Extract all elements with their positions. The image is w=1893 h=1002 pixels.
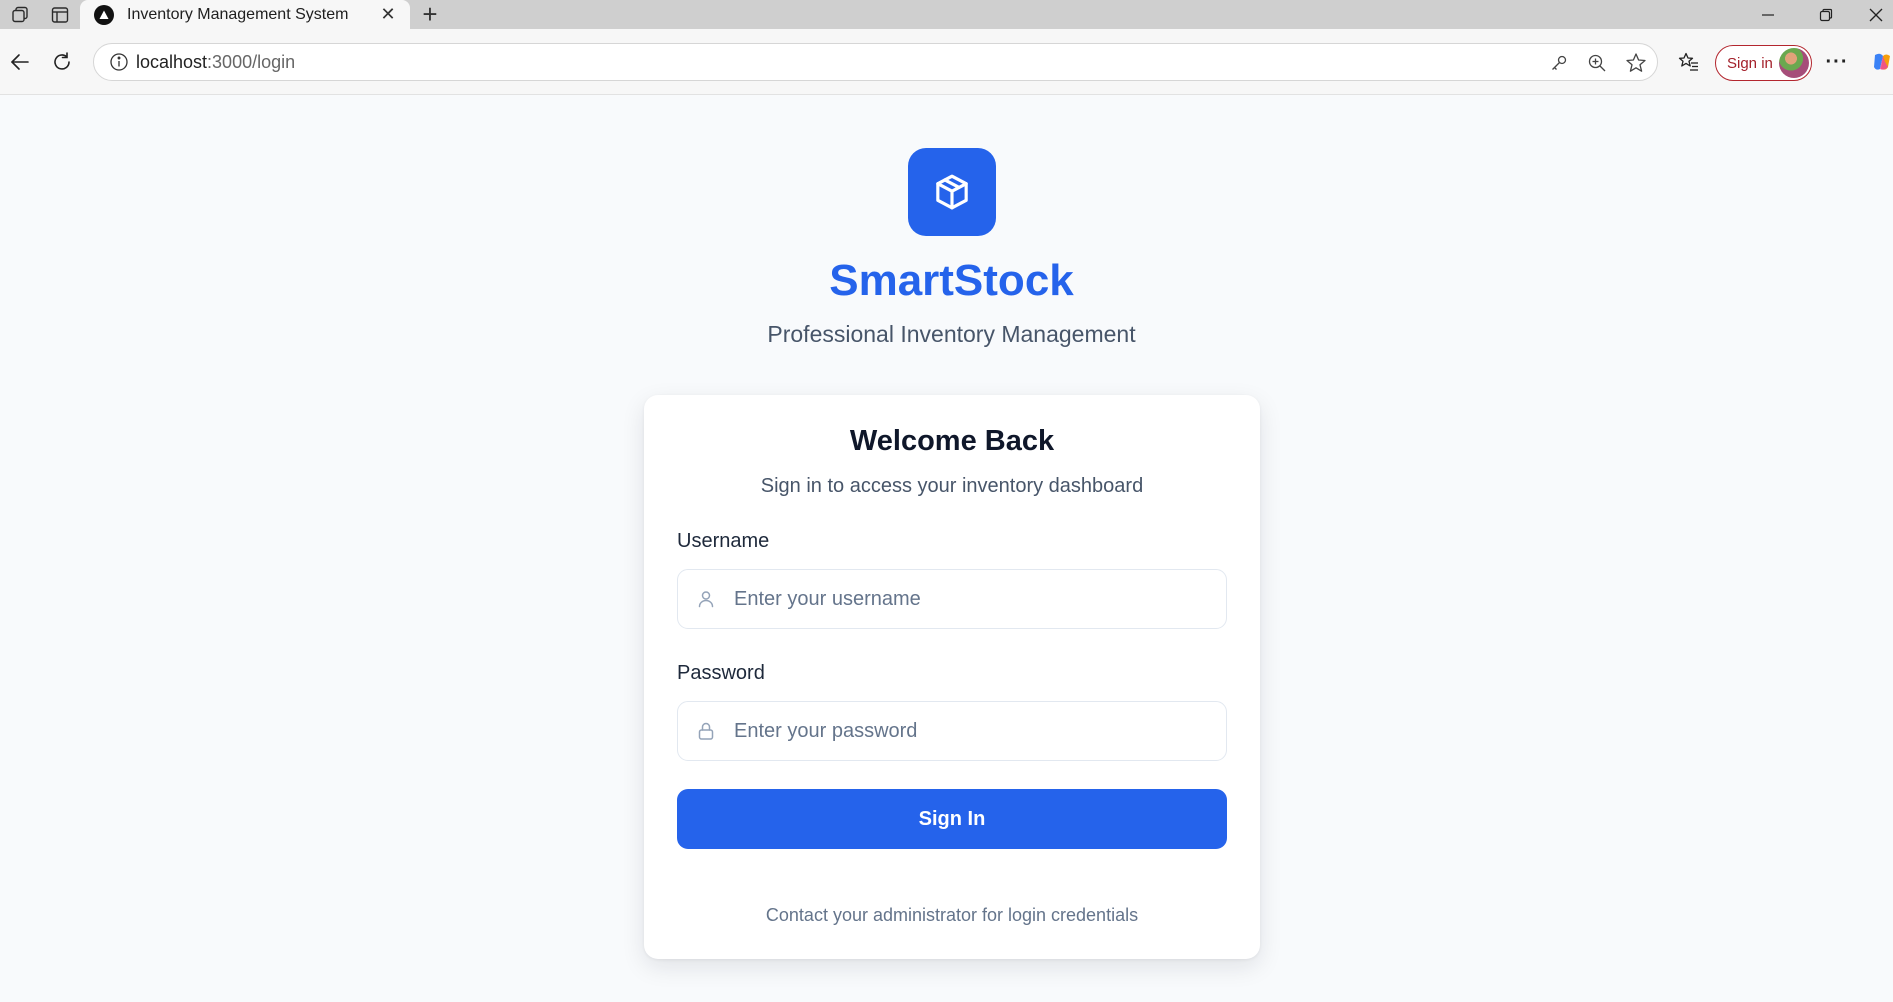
address-bar[interactable]: localhost:3000/login <box>93 43 1658 81</box>
login-title: Welcome Back <box>849 425 1055 457</box>
tab-actions-icon[interactable] <box>40 0 80 29</box>
password-field[interactable] <box>677 701 1227 761</box>
url-host: localhost <box>136 51 208 72</box>
password-label: Password <box>677 662 765 684</box>
lock-icon <box>678 721 734 741</box>
browser-tab-bar: Inventory Management System ✕ + <box>0 0 1893 29</box>
login-card: Welcome Back Sign in to access your inve… <box>644 395 1260 959</box>
new-tab-button[interactable]: + <box>410 0 450 29</box>
password-input[interactable] <box>734 719 1226 743</box>
tab-title: Inventory Management System <box>127 5 349 23</box>
profile-avatar <box>1779 48 1809 78</box>
tab-favicon-icon <box>94 4 114 25</box>
browser-toolbar: localhost:3000/login Sign in ··· <box>0 29 1893 95</box>
package-icon <box>936 174 968 210</box>
username-input[interactable] <box>734 587 1226 611</box>
back-icon[interactable] <box>0 29 40 95</box>
copilot-icon[interactable] <box>1862 43 1893 81</box>
key-icon[interactable] <box>1549 53 1569 73</box>
login-subtitle: Sign in to access your inventory dashboa… <box>760 475 1144 497</box>
brand-tagline: Professional Inventory Management <box>767 321 1136 347</box>
minimize-icon[interactable] <box>1745 0 1791 29</box>
url-path: :3000/login <box>207 51 296 72</box>
close-window-icon[interactable] <box>1858 0 1893 29</box>
user-icon <box>678 589 734 609</box>
restore-icon[interactable] <box>1803 0 1849 29</box>
tab-close-icon[interactable]: ✕ <box>378 4 398 25</box>
app-logo <box>908 148 996 236</box>
url-text: localhost:3000/login <box>136 52 295 73</box>
address-bar-actions <box>1549 44 1647 82</box>
login-footnote: Contact your administrator for login cre… <box>765 905 1139 925</box>
more-options-icon[interactable]: ··· <box>1818 43 1856 81</box>
username-field[interactable] <box>677 569 1227 629</box>
profile-signin-button[interactable]: Sign in <box>1715 45 1812 81</box>
workspaces-icon[interactable] <box>0 0 40 29</box>
zoom-icon[interactable] <box>1587 53 1607 73</box>
favorite-star-icon[interactable] <box>1625 52 1647 74</box>
username-label: Username <box>677 530 770 552</box>
site-info-icon[interactable] <box>102 52 136 72</box>
reload-icon[interactable] <box>42 29 82 95</box>
favorites-list-icon[interactable] <box>1670 43 1708 81</box>
browser-tab-active[interactable]: Inventory Management System ✕ <box>80 0 410 29</box>
sign-in-button[interactable]: Sign In <box>677 789 1227 849</box>
brand-name: SmartStock <box>829 256 1074 305</box>
profile-signin-label: Sign in <box>1727 54 1773 72</box>
